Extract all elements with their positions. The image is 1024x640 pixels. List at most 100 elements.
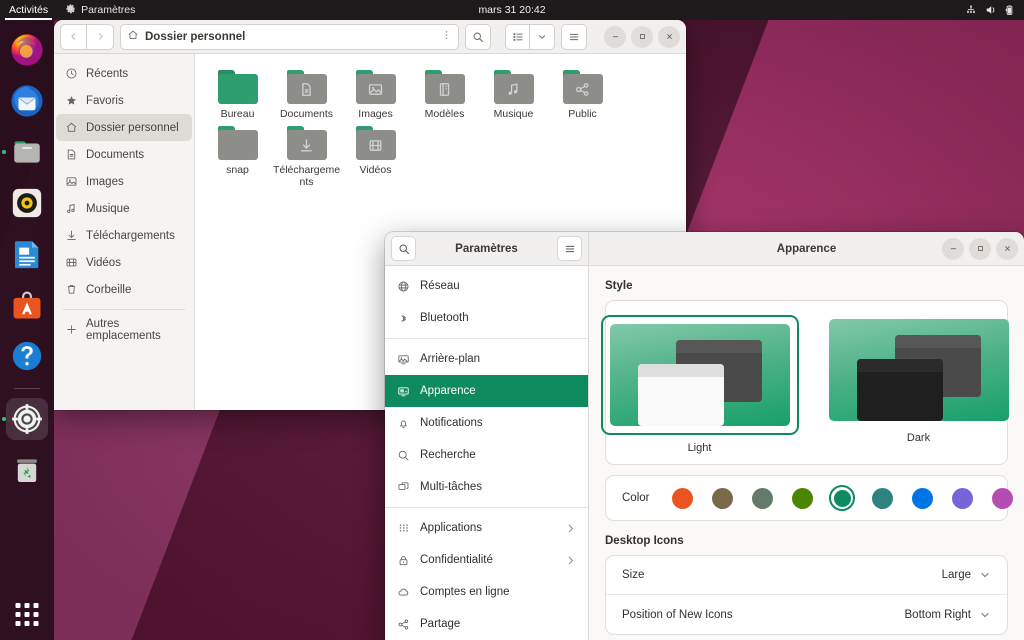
minimize-button[interactable] bbox=[942, 237, 964, 260]
color-swatches bbox=[669, 485, 1024, 511]
dock-item-libreoffice-writer[interactable] bbox=[6, 233, 48, 275]
settings-item-notifications[interactable]: Notifications bbox=[385, 407, 588, 439]
chevron-left-icon bbox=[71, 33, 76, 40]
main-menu-button[interactable] bbox=[561, 23, 587, 50]
app-menu-button[interactable]: Paramètres bbox=[57, 0, 143, 20]
file-item[interactable]: Musique bbox=[479, 64, 548, 120]
maximize-button[interactable] bbox=[631, 25, 653, 48]
sidebar-item-vid-os[interactable]: Vidéos bbox=[56, 249, 192, 276]
swatch-dot bbox=[671, 487, 693, 509]
hamburger-icon bbox=[565, 245, 574, 252]
rhythmbox-icon bbox=[12, 188, 42, 218]
color-swatch-magenta[interactable] bbox=[989, 485, 1015, 511]
settings-item-multi-t-ches[interactable]: Multi-tâches bbox=[385, 471, 588, 503]
search-button[interactable] bbox=[465, 23, 491, 50]
sidebar-item-label: Documents bbox=[86, 148, 145, 161]
sidebar-item-corbeille[interactable]: Corbeille bbox=[56, 276, 192, 303]
color-swatch-blue[interactable] bbox=[909, 485, 935, 511]
search-icon bbox=[399, 244, 409, 254]
style-card: Light Dark bbox=[600, 300, 1009, 465]
setting-row-value[interactable]: Bottom Right bbox=[905, 609, 991, 621]
path-bar[interactable]: Dossier personnel bbox=[120, 23, 459, 50]
sidebar-item-other-locations[interactable]: Autres emplacements bbox=[56, 316, 192, 343]
folder-music-icon bbox=[493, 70, 534, 104]
sidebar-item-favoris[interactable]: Favoris bbox=[56, 87, 192, 114]
file-item[interactable]: Vidéos bbox=[341, 120, 410, 188]
dock bbox=[0, 20, 54, 640]
wallpaper-icon bbox=[397, 353, 410, 366]
settings-item-label: Réseau bbox=[420, 280, 460, 292]
settings-item-r-seau[interactable]: Réseau bbox=[385, 270, 588, 302]
dock-item-trash[interactable] bbox=[6, 449, 48, 491]
plus-icon bbox=[65, 323, 78, 336]
sidebar-item-r-cents[interactable]: Récents bbox=[56, 60, 192, 87]
close-button[interactable] bbox=[996, 237, 1018, 260]
file-item[interactable]: Images bbox=[341, 64, 410, 120]
maximize-button[interactable] bbox=[969, 237, 991, 260]
system-indicators[interactable] bbox=[965, 4, 1024, 16]
file-item[interactable]: Public bbox=[548, 64, 617, 120]
style-option-dark[interactable]: Dark bbox=[825, 315, 1013, 454]
close-button[interactable] bbox=[658, 25, 680, 48]
settings-window: Paramètres Apparence Réseau Bluetooth Ar… bbox=[385, 232, 1024, 640]
minimize-button[interactable] bbox=[604, 25, 626, 48]
sidebar-item-documents[interactable]: Documents bbox=[56, 141, 192, 168]
settings-item-apparence[interactable]: Apparence bbox=[385, 375, 588, 407]
setting-row-size[interactable]: Size Large bbox=[606, 556, 1007, 595]
color-swatch-sage[interactable] bbox=[749, 485, 775, 511]
settings-item-comptes-en-ligne[interactable]: Comptes en ligne bbox=[385, 576, 588, 608]
view-dropdown-button[interactable] bbox=[530, 23, 555, 50]
setting-row-label: Position of New Icons bbox=[622, 608, 733, 621]
chevron-down-icon bbox=[979, 569, 991, 581]
bluetooth-icon bbox=[397, 312, 410, 325]
show-applications-button[interactable] bbox=[15, 603, 39, 626]
dock-item-firefox[interactable] bbox=[6, 29, 48, 71]
dock-item-ubuntu-software[interactable] bbox=[6, 284, 48, 326]
list-view-button[interactable] bbox=[505, 23, 530, 50]
forward-button[interactable] bbox=[87, 23, 114, 50]
settings-item-arri-re-plan[interactable]: Arrière-plan bbox=[385, 343, 588, 375]
file-item[interactable]: snap bbox=[203, 120, 272, 188]
settings-item-bluetooth[interactable]: Bluetooth bbox=[385, 302, 588, 334]
settings-search-button[interactable] bbox=[391, 236, 416, 261]
sidebar-item-dossier-personnel[interactable]: Dossier personnel bbox=[56, 114, 192, 141]
thunderbird-icon bbox=[11, 85, 43, 117]
cloud-icon bbox=[397, 586, 410, 599]
dock-item-help[interactable] bbox=[6, 335, 48, 377]
dock-item-rhythmbox[interactable] bbox=[6, 182, 48, 224]
sidebar-item-t-l-chargements[interactable]: Téléchargements bbox=[56, 222, 192, 249]
sidebar-item-musique[interactable]: Musique bbox=[56, 195, 192, 222]
settings-item-partage[interactable]: Partage bbox=[385, 608, 588, 640]
dock-item-thunderbird[interactable] bbox=[6, 80, 48, 122]
color-swatch-olive[interactable] bbox=[709, 485, 735, 511]
dock-item-settings[interactable] bbox=[2, 398, 48, 440]
color-swatch-purple[interactable] bbox=[949, 485, 975, 511]
color-swatch-ubuntu-green[interactable] bbox=[829, 485, 856, 511]
setting-row-position-of-new-icons[interactable]: Position of New Icons Bottom Right bbox=[606, 595, 1007, 634]
dock-item-files[interactable] bbox=[2, 131, 48, 173]
color-swatch-orange[interactable] bbox=[669, 485, 695, 511]
settings-item-confidentialit-[interactable]: Confidentialité bbox=[385, 544, 588, 576]
file-item[interactable]: Modèles bbox=[410, 64, 479, 120]
style-option-light[interactable]: Light bbox=[600, 315, 799, 454]
grid-dot bbox=[33, 603, 39, 608]
setting-row-value[interactable]: Large bbox=[942, 569, 991, 581]
vertical-dots-icon[interactable] bbox=[441, 29, 452, 44]
back-button[interactable] bbox=[60, 23, 87, 50]
settings-item-recherche[interactable]: Recherche bbox=[385, 439, 588, 471]
folder-video-icon bbox=[355, 126, 396, 160]
swatch-dot bbox=[751, 487, 773, 509]
color-swatch-teal[interactable] bbox=[869, 485, 895, 511]
file-grid: Bureau Documents Images Modèles Musique … bbox=[203, 64, 678, 188]
bell-icon bbox=[397, 417, 410, 430]
file-item[interactable]: Documents bbox=[272, 64, 341, 120]
grid-dot bbox=[15, 603, 21, 608]
color-swatch-green[interactable] bbox=[789, 485, 815, 511]
settings-item-applications[interactable]: Applications bbox=[385, 512, 588, 544]
sidebar-item-images[interactable]: Images bbox=[56, 168, 192, 195]
settings-menu-button[interactable] bbox=[557, 236, 582, 261]
activities-button[interactable]: Activités bbox=[0, 0, 57, 20]
file-item[interactable]: Bureau bbox=[203, 64, 272, 120]
clock-button[interactable]: mars 31 20:42 bbox=[0, 4, 1024, 16]
file-item[interactable]: Téléchargements bbox=[272, 120, 341, 188]
